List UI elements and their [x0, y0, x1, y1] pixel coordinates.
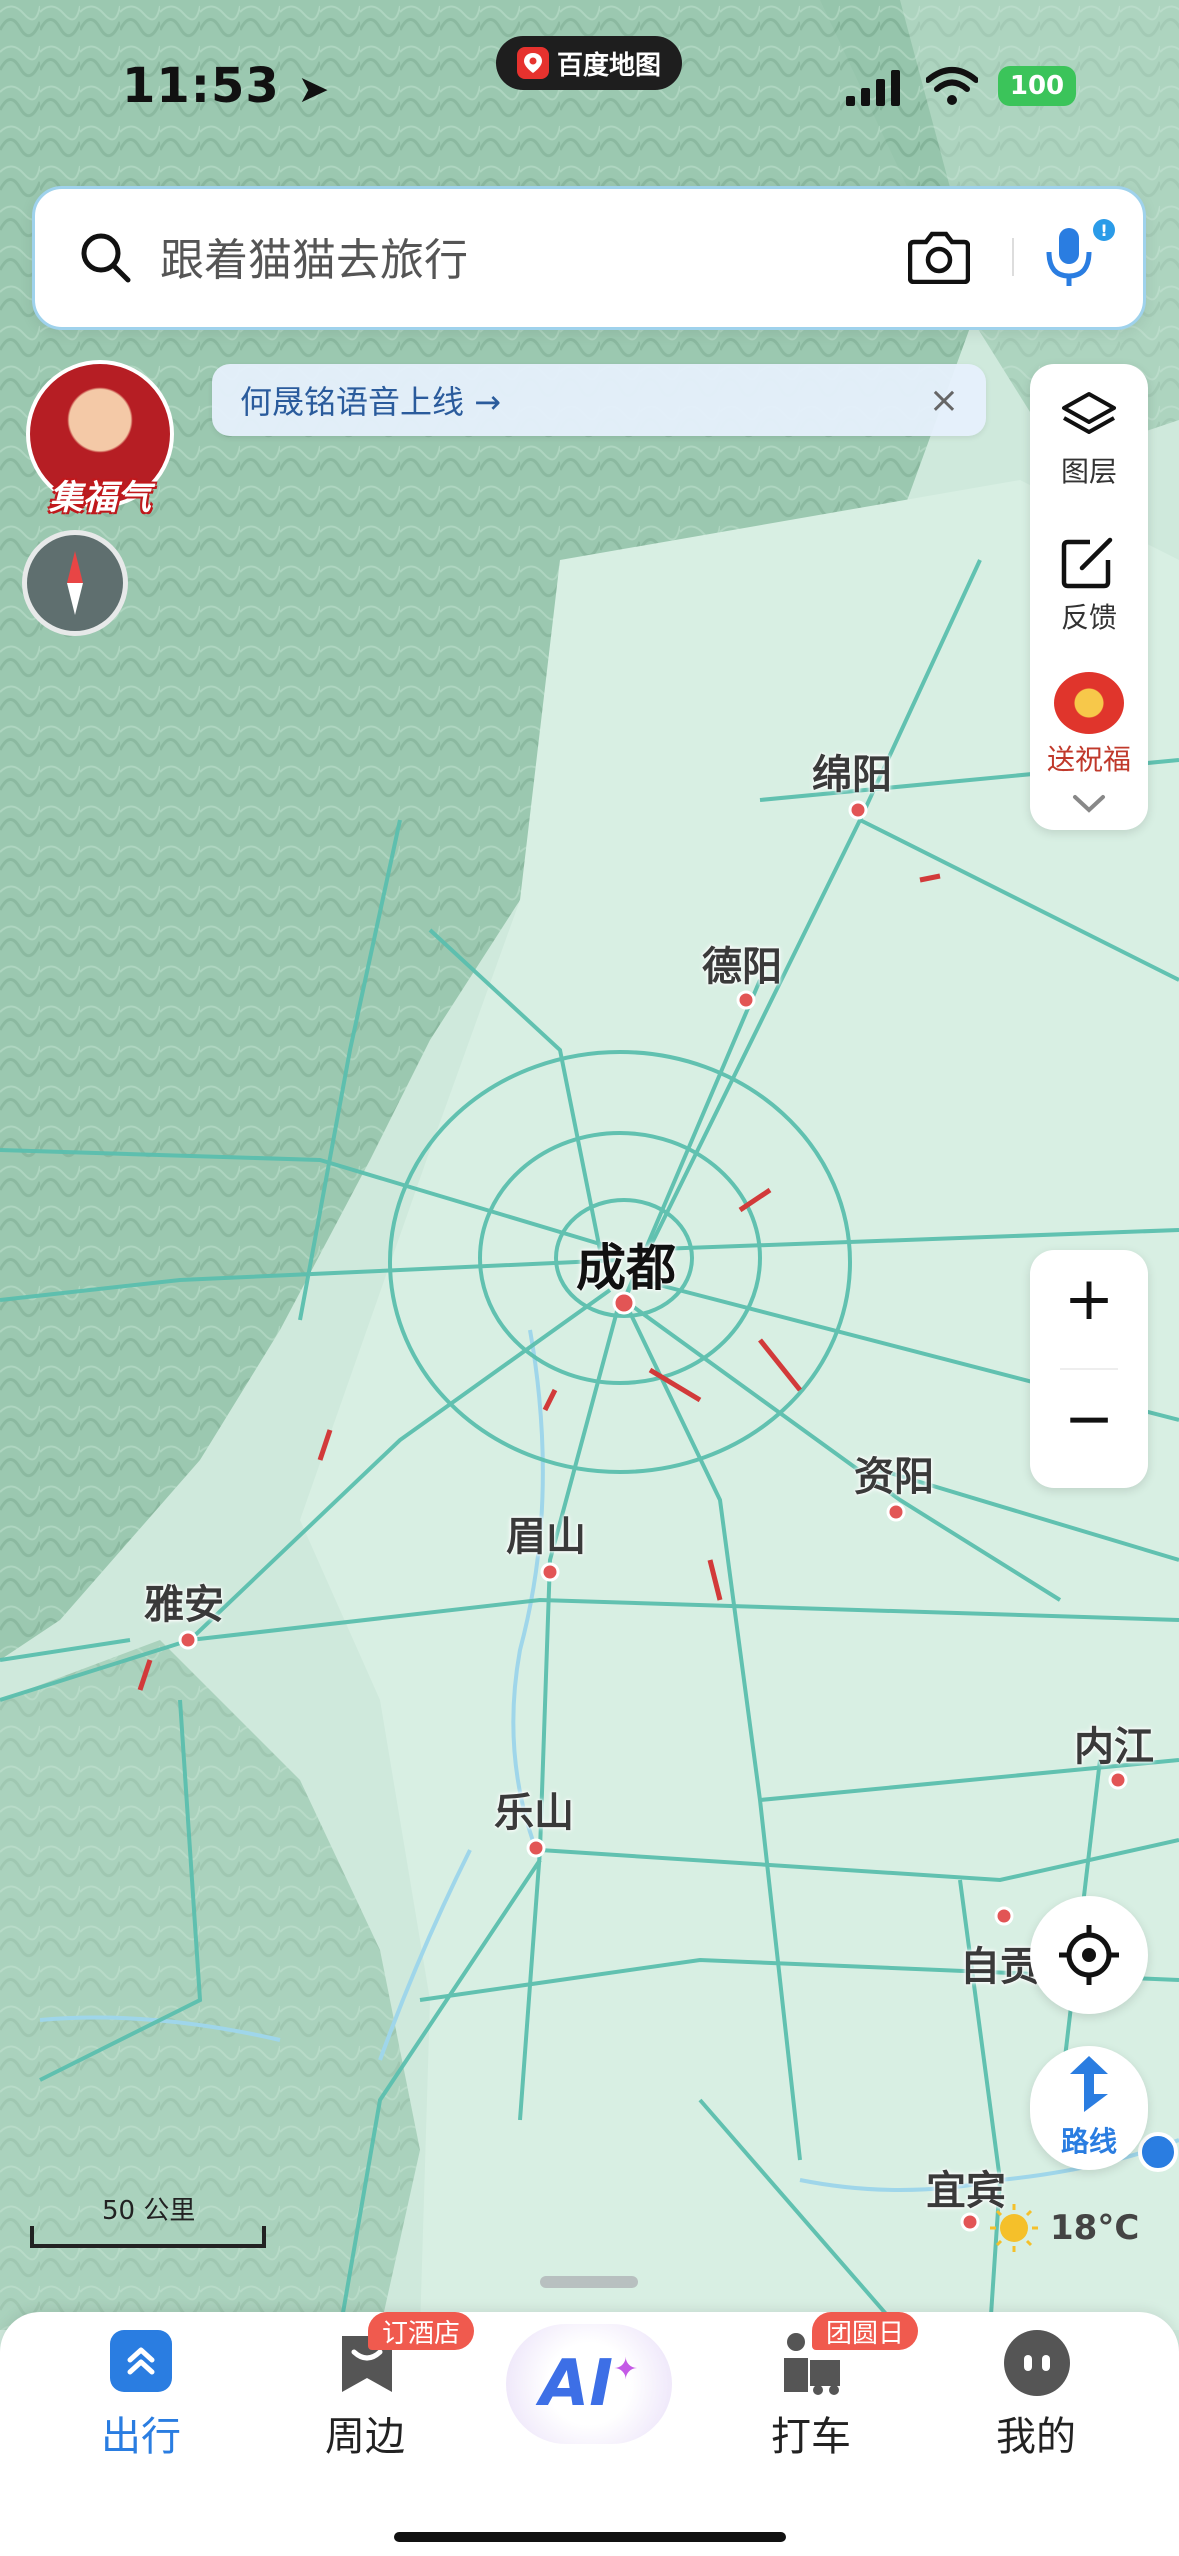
svg-text:!: ! — [1100, 221, 1107, 240]
zoom-in-button[interactable]: + — [1030, 1264, 1148, 1334]
nav-item-travel[interactable]: 出行 — [61, 2404, 221, 2462]
microphone-icon[interactable]: ! — [1040, 214, 1120, 294]
status-time: 11:53 ➤ — [122, 58, 330, 114]
close-icon[interactable]: × — [920, 376, 968, 424]
status-time-text: 11:53 — [122, 58, 280, 114]
home-indicator — [394, 2532, 786, 2542]
search-icon — [81, 233, 131, 283]
city-label-yibin[interactable]: 宜宾 — [926, 2158, 1006, 2216]
nav-nearby-badge[interactable]: 订酒店 — [368, 2312, 475, 2350]
city-label-yaan[interactable]: 雅安 — [144, 1572, 224, 1630]
city-label-deyang[interactable]: 德阳 — [702, 934, 782, 992]
search-divider — [1012, 238, 1014, 276]
battery-indicator: 100 — [998, 66, 1076, 106]
city-label-meishan[interactable]: 眉山 — [506, 1504, 586, 1562]
signal-icon — [846, 70, 900, 106]
app-pill[interactable]: 百度地图 — [496, 36, 682, 90]
nav-item-taxi[interactable]: 打车 — [731, 2404, 891, 2462]
wifi-icon — [926, 67, 978, 105]
feedback-label[interactable]: 反馈 — [1030, 596, 1148, 636]
baidu-map-logo-icon — [516, 47, 549, 79]
city-label-chengdu[interactable]: 成都 — [576, 1228, 676, 1300]
city-label-zigong[interactable]: 自贡 — [960, 1934, 1040, 1992]
layers-label[interactable]: 图层 — [1030, 450, 1148, 490]
search-input[interactable]: 跟着猫猫去旅行 — [160, 224, 468, 288]
nav-travel-icon[interactable] — [110, 2330, 172, 2392]
blessing-icon[interactable] — [1054, 672, 1124, 734]
route-arrow-icon — [1070, 2056, 1108, 2112]
sparkle-icon: ✦ — [613, 2351, 639, 2387]
nav-taxi-badge[interactable]: 团圆日 — [812, 2312, 919, 2350]
city-label-leshan[interactable]: 乐山 — [494, 1780, 574, 1838]
avatar-label[interactable]: 集福气 — [22, 470, 178, 519]
nav-ai-button[interactable]: AI ✦ — [506, 2324, 672, 2444]
location-arrow-icon: ➤ — [297, 67, 331, 111]
nav-item-nearby[interactable]: 周边 — [285, 2404, 445, 2462]
city-label-neijiang[interactable]: 内江 — [1074, 1714, 1154, 1772]
nav-ai-label: AI — [539, 2347, 614, 2421]
locate-icon — [1059, 1925, 1119, 1985]
nav-profile-icon[interactable] — [1004, 2330, 1070, 2396]
zoom-out-button[interactable]: − — [1030, 1384, 1148, 1454]
feedback-icon[interactable] — [1060, 536, 1116, 590]
nav-item-profile[interactable]: 我的 — [956, 2404, 1116, 2462]
voice-notice-text[interactable]: 何晟铭语音上线 → — [240, 377, 501, 423]
scale-label: 50 公里 — [102, 2196, 196, 2226]
compass-icon[interactable] — [22, 530, 128, 636]
zoom-divider — [1060, 1368, 1118, 1370]
blessing-label[interactable]: 送祝福 — [1030, 738, 1148, 778]
weather-temperature[interactable]: 18°C — [1050, 2208, 1139, 2248]
layers-icon[interactable] — [1060, 390, 1118, 442]
chevron-down-icon[interactable] — [1072, 794, 1106, 814]
route-label[interactable]: 路线 — [1030, 2120, 1148, 2160]
camera-icon[interactable] — [908, 228, 970, 284]
app-pill-label: 百度地图 — [556, 50, 661, 81]
city-label-ziyang[interactable]: 资阳 — [854, 1444, 934, 1502]
drag-handle[interactable] — [540, 2276, 638, 2288]
city-label-mianyang[interactable]: 绵阳 — [812, 742, 892, 800]
